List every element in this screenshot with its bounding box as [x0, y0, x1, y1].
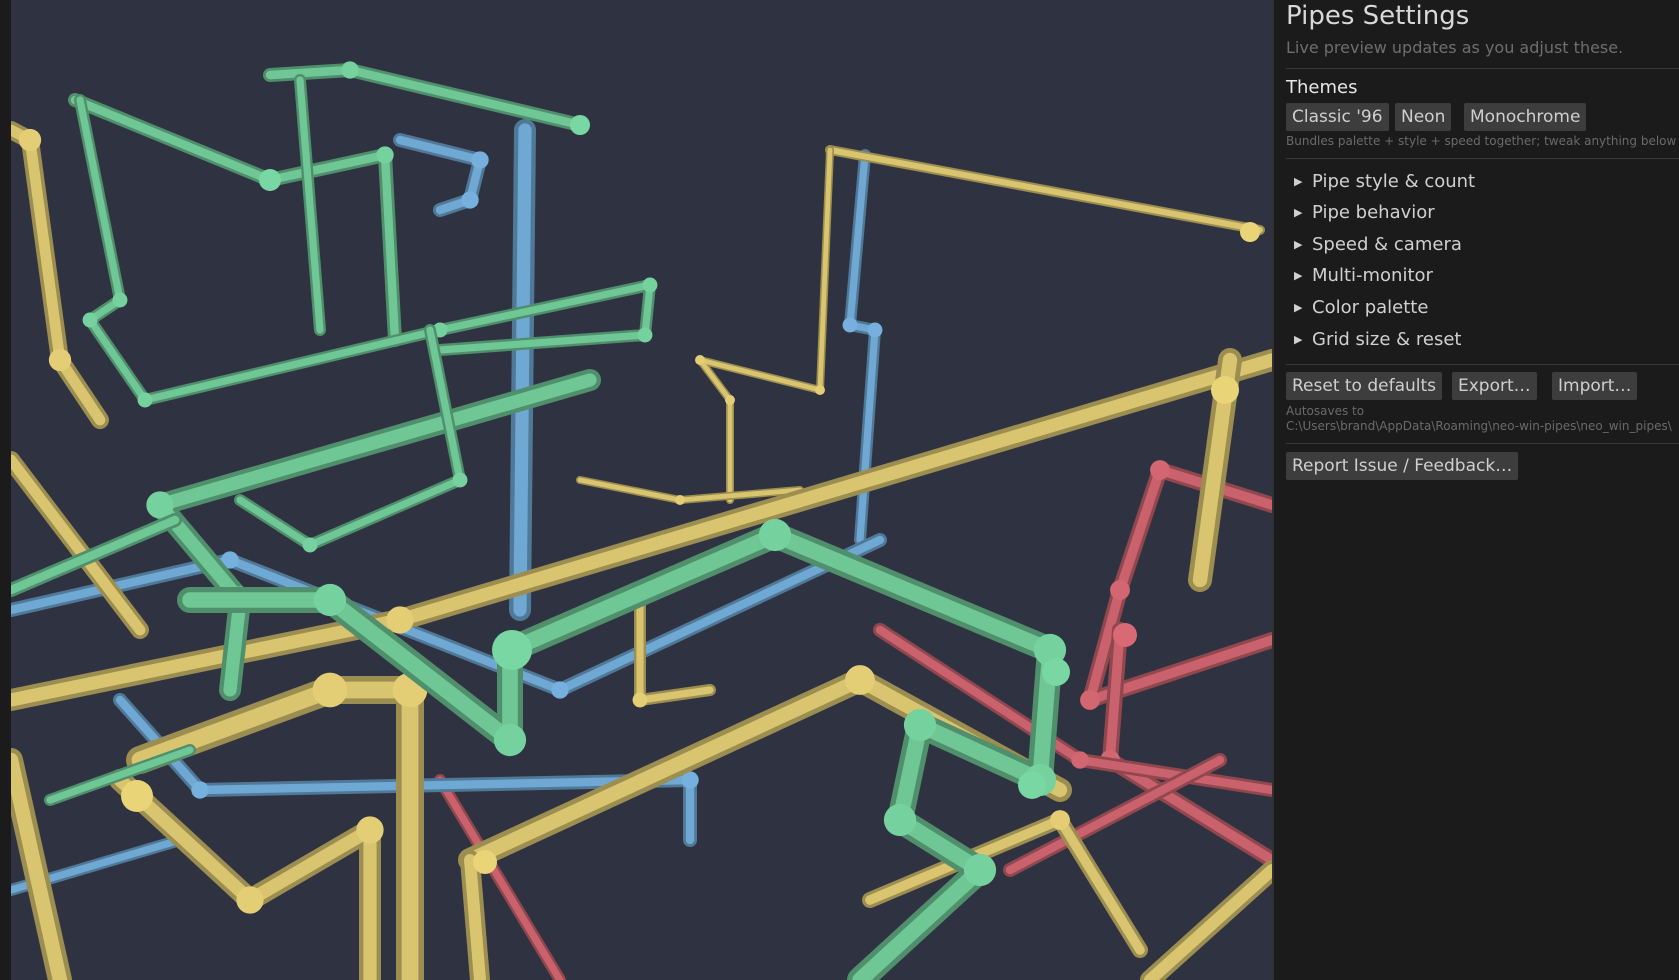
pipe-joint: [376, 146, 394, 164]
pipe-joint: [312, 672, 348, 708]
pipe-joint: [675, 495, 685, 505]
pipe-joint: [1150, 460, 1170, 480]
section-pipe-style-count[interactable]: ▶ Pipe style & count: [1294, 169, 1475, 195]
theme-classic-96-button[interactable]: Classic '96: [1286, 103, 1389, 131]
pipe-joint: [758, 518, 792, 552]
export-button[interactable]: Export…: [1452, 372, 1537, 400]
pipe-joint: [471, 151, 489, 169]
pipe-joint: [1080, 690, 1100, 710]
pipe-joint: [903, 708, 937, 742]
pipe-end-cap: [1113, 623, 1137, 647]
pipe-joint: [637, 327, 653, 343]
pipe-end-cap: [1018, 771, 1046, 799]
pipe-joint: [82, 312, 98, 328]
expand-triangle-icon: ▶: [1294, 175, 1303, 188]
pipe-joint: [725, 395, 735, 405]
pipe-joint: [551, 681, 569, 699]
divider: [1286, 68, 1679, 69]
report-issue-button[interactable]: Report Issue / Feedback…: [1286, 452, 1519, 480]
pipe-joint: [452, 472, 468, 488]
pipe-joint: [236, 886, 264, 914]
divider: [1286, 443, 1679, 444]
pipe-joint: [191, 781, 209, 799]
divider: [1286, 158, 1679, 159]
pipe-joint: [461, 191, 479, 209]
pipe-joint: [845, 665, 875, 695]
app-window: Pipes Settings Live preview updates as y…: [0, 0, 1679, 980]
pipe-joint: [112, 292, 128, 308]
pipe-joint: [146, 491, 174, 519]
pipe-joint: [642, 277, 658, 293]
expand-triangle-icon: ▶: [1294, 269, 1303, 282]
expand-triangle-icon: ▶: [1294, 301, 1303, 314]
pipe-end-cap: [1042, 658, 1070, 686]
import-button[interactable]: Import…: [1552, 372, 1638, 400]
section-label: Pipe style & count: [1312, 171, 1476, 192]
pipe-joint: [1050, 810, 1070, 830]
themes-heading: Themes: [1286, 77, 1358, 98]
pipe-end-cap: [1211, 376, 1239, 404]
pipe-end-cap: [492, 630, 532, 670]
pipe-joint: [695, 355, 705, 365]
autosave-path: C:\Users\brand\AppData\Roaming\neo-win-p…: [1286, 419, 1672, 433]
section-pipe-behavior[interactable]: ▶ Pipe behavior: [1294, 200, 1435, 226]
pipe-joint: [1071, 751, 1089, 769]
section-label: Grid size & reset: [1312, 329, 1462, 350]
section-label: Multi-monitor: [1312, 265, 1433, 286]
pipe-end-cap: [1240, 222, 1260, 242]
pipes-preview-canvas: [0, 0, 1272, 980]
panel-subtitle: Live preview updates as you adjust these…: [1286, 38, 1624, 57]
pipe-end-cap: [473, 850, 497, 874]
pipe-joint: [341, 61, 359, 79]
section-label: Pipe behavior: [1312, 202, 1435, 223]
divider: [1286, 364, 1679, 365]
pipe-joint: [356, 816, 384, 844]
pipe-joint: [386, 606, 414, 634]
viewport-left-border: [0, 0, 11, 980]
pipe-blue: [513, 123, 532, 617]
expand-triangle-icon: ▶: [1294, 206, 1303, 219]
pipe-joint: [137, 392, 153, 408]
pipe-joint: [493, 723, 527, 757]
theme-neon-button[interactable]: Neon: [1395, 103, 1452, 131]
section-label: Speed & camera: [1312, 234, 1462, 255]
pipe-end-cap: [121, 780, 153, 812]
pipe-joint: [313, 583, 347, 617]
pipe-joint: [867, 322, 883, 338]
theme-monochrome-button[interactable]: Monochrome: [1464, 103, 1587, 131]
pipe-joint: [1110, 580, 1130, 600]
pipe-joint: [48, 348, 72, 372]
section-speed-camera[interactable]: ▶ Speed & camera: [1294, 232, 1462, 258]
pipe-joint: [815, 385, 825, 395]
section-label: Color palette: [1312, 297, 1429, 318]
themes-hint: Bundles palette + style + speed together…: [1286, 134, 1679, 148]
pipe-joint: [883, 803, 917, 837]
panel-title: Pipes Settings: [1286, 1, 1470, 31]
pipe-end-cap: [259, 169, 281, 191]
pipe-joint: [842, 317, 858, 333]
autosave-label: Autosaves to: [1286, 404, 1365, 418]
expand-triangle-icon: ▶: [1294, 238, 1303, 251]
pipe-joint: [963, 853, 997, 887]
expand-triangle-icon: ▶: [1294, 333, 1303, 346]
pipes-preview-viewport: [0, 0, 1272, 980]
settings-panel: Pipes Settings Live preview updates as y…: [1272, 0, 1679, 980]
section-grid-size-reset[interactable]: ▶ Grid size & reset: [1294, 327, 1461, 353]
section-multi-monitor[interactable]: ▶ Multi-monitor: [1294, 263, 1433, 289]
pipe-end-cap: [570, 115, 590, 135]
section-color-palette[interactable]: ▶ Color palette: [1294, 295, 1428, 321]
pipe-joint: [302, 537, 318, 553]
reset-to-defaults-button[interactable]: Reset to defaults: [1286, 372, 1443, 400]
pipe-joint: [18, 128, 42, 152]
pipe-joint: [632, 692, 648, 708]
